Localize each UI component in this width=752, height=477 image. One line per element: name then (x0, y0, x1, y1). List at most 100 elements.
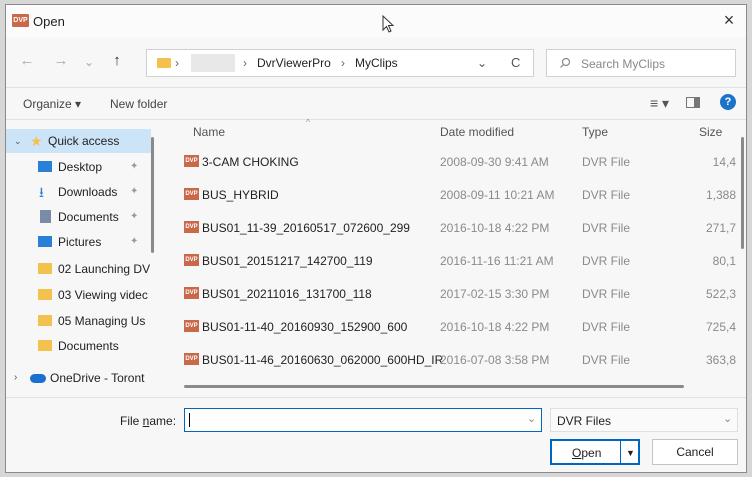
folder-icon (38, 315, 52, 326)
sidebar-item-documents-folder[interactable]: Documents (6, 334, 151, 358)
address-bar[interactable]: › › DvrViewerPro › MyClips ⌄ C (146, 49, 534, 77)
dvr-file-icon: DVP (184, 155, 199, 167)
file-size: 14,4 (712, 155, 736, 169)
close-button[interactable]: × (718, 10, 740, 32)
sidebar-item-label: Documents (58, 210, 119, 224)
file-row[interactable]: DVP BUS_HYBRID 2008-09-11 10:21 AM DVR F… (176, 180, 746, 210)
redacted-breadcrumb (191, 54, 235, 72)
file-list-horizontal-scrollbar[interactable] (184, 385, 684, 388)
file-row[interactable]: DVP 3-CAM CHOKING 2008-09-30 9:41 AM DVR… (176, 147, 746, 177)
column-header-type[interactable]: Type (582, 125, 608, 139)
file-date: 2016-11-16 11:21 AM (440, 254, 554, 268)
breadcrumb-dvrviewerpro[interactable]: DvrViewerPro (257, 56, 331, 70)
back-button[interactable]: ← (16, 52, 38, 69)
up-button[interactable]: ↑ (106, 52, 128, 69)
split-divider (620, 441, 621, 463)
file-row[interactable]: DVP BUS01-11-46_20160630_062000_600HD_IR… (176, 345, 746, 375)
sidebar-item-pictures[interactable]: Pictures ✦ (6, 230, 151, 254)
sidebar-item-label: Pictures (58, 235, 102, 249)
file-date: 2008-09-30 9:41 AM (440, 155, 549, 169)
view-options-icon[interactable]: ≡ ▾ (650, 95, 669, 112)
dropdown-arrow-icon[interactable]: ▼ (626, 441, 635, 465)
column-header-name[interactable]: Name (193, 125, 225, 139)
file-name-field[interactable]: ⌄ (184, 408, 542, 432)
chevron-down-icon[interactable]: ⌄ (14, 129, 22, 153)
help-icon[interactable]: ? (720, 94, 736, 110)
dvr-file-icon: DVP (184, 254, 199, 266)
sidebar-item-label: Desktop (58, 160, 103, 174)
content-divider (6, 119, 746, 120)
new-folder-button[interactable]: New folder (110, 97, 167, 111)
sidebar-item-folder-05[interactable]: 05 Managing Us (6, 309, 151, 333)
pin-icon: ✦ (130, 236, 139, 247)
dvr-file-icon: DVP (184, 221, 199, 233)
sidebar-item-onedrive[interactable]: › OneDrive - Toront (6, 366, 151, 390)
breadcrumb-separator: › (341, 56, 345, 70)
file-date: 2016-10-18 4:22 PM (440, 221, 550, 235)
star-icon: ★ (30, 133, 43, 149)
file-type: DVR File (582, 320, 631, 334)
file-name: BUS_HYBRID (202, 188, 279, 202)
file-type: DVR File (582, 254, 631, 268)
refresh-button[interactable]: C (511, 55, 520, 70)
file-name: BUS01_20211016_131700_118 (202, 287, 372, 301)
file-size: 363,8 (705, 353, 736, 367)
search-icon (560, 57, 571, 68)
file-list-vertical-scrollbar[interactable] (741, 137, 744, 249)
toolbar-divider (6, 87, 746, 88)
column-header-size[interactable]: Size (699, 125, 722, 139)
download-icon: ⭳ (39, 184, 44, 200)
file-type: DVR File (582, 353, 631, 367)
open-button[interactable]: Open ▼ (550, 439, 640, 465)
chevron-down-icon[interactable]: ⌄ (527, 412, 536, 425)
file-name: BUS01-11-46_20160630_062000_600HD_IR (202, 353, 444, 367)
file-type: DVR File (582, 188, 631, 202)
file-name-label: File name: (120, 414, 177, 428)
file-date: 2008-09-11 10:21 AM (440, 188, 555, 202)
sidebar-item-desktop[interactable]: Desktop ✦ (6, 155, 151, 179)
text-caret (189, 413, 190, 427)
title-bar (6, 5, 746, 37)
file-date: 2016-10-18 4:22 PM (440, 320, 550, 334)
sidebar-item-downloads[interactable]: ⭳ Downloads ✦ (6, 180, 151, 204)
folder-icon (38, 263, 52, 274)
file-name: 3-CAM CHOKING (202, 155, 299, 169)
file-row[interactable]: DVP BUS01_20211016_131700_118 2017-02-15… (176, 279, 746, 309)
chevron-right-icon[interactable]: › (14, 366, 17, 390)
sidebar-scrollbar[interactable] (151, 137, 154, 253)
dvr-file-icon: DVP (184, 188, 199, 200)
window-title: Open (33, 14, 65, 29)
sidebar-item-label: OneDrive - Toront (50, 371, 145, 385)
cloud-icon (30, 374, 46, 383)
sidebar-item-folder-02[interactable]: 02 Launching DV (6, 257, 151, 281)
file-type-filter[interactable]: DVR Files ⌄ (550, 408, 738, 432)
forward-button[interactable]: → (50, 52, 72, 69)
dvr-file-icon: DVP (184, 287, 199, 299)
file-row[interactable]: DVP BUS01-11-40_20160930_152900_600 2016… (176, 312, 746, 342)
file-row[interactable]: DVP BUS01_20151217_142700_119 2016-11-16… (176, 246, 746, 276)
desktop-icon (38, 161, 52, 172)
file-name: BUS01_20151217_142700_119 (202, 254, 373, 268)
sidebar-item-quick-access[interactable]: ⌄ ★ Quick access (6, 129, 151, 153)
mouse-pointer-icon (382, 15, 394, 33)
folder-icon (157, 58, 171, 68)
search-box[interactable]: Search MyClips (546, 49, 736, 77)
file-type: DVR File (582, 221, 631, 235)
file-row[interactable]: DVP BUS01_11-39_20160517_072600_299 2016… (176, 213, 746, 243)
pin-icon: ✦ (130, 161, 139, 172)
recent-locations-button[interactable]: ⌄ (78, 55, 100, 69)
sidebar-item-documents[interactable]: Documents ✦ (6, 205, 151, 229)
address-dropdown-button[interactable]: ⌄ (477, 56, 487, 70)
organize-button[interactable]: Organize ▾ (23, 97, 81, 111)
dvr-file-icon: DVP (184, 320, 199, 332)
cancel-button[interactable]: Cancel (652, 439, 738, 465)
column-header-date[interactable]: Date modified (440, 125, 514, 139)
sidebar-item-label: Documents (58, 339, 119, 353)
file-size: 80,1 (712, 254, 736, 268)
file-size: 522,3 (705, 287, 736, 301)
sidebar-item-folder-03[interactable]: 03 Viewing videc (6, 283, 151, 307)
preview-pane-icon[interactable] (686, 97, 700, 108)
breadcrumb-myclips[interactable]: MyClips (355, 56, 398, 70)
pin-icon: ✦ (130, 186, 139, 197)
search-input[interactable]: Search MyClips (581, 57, 665, 71)
